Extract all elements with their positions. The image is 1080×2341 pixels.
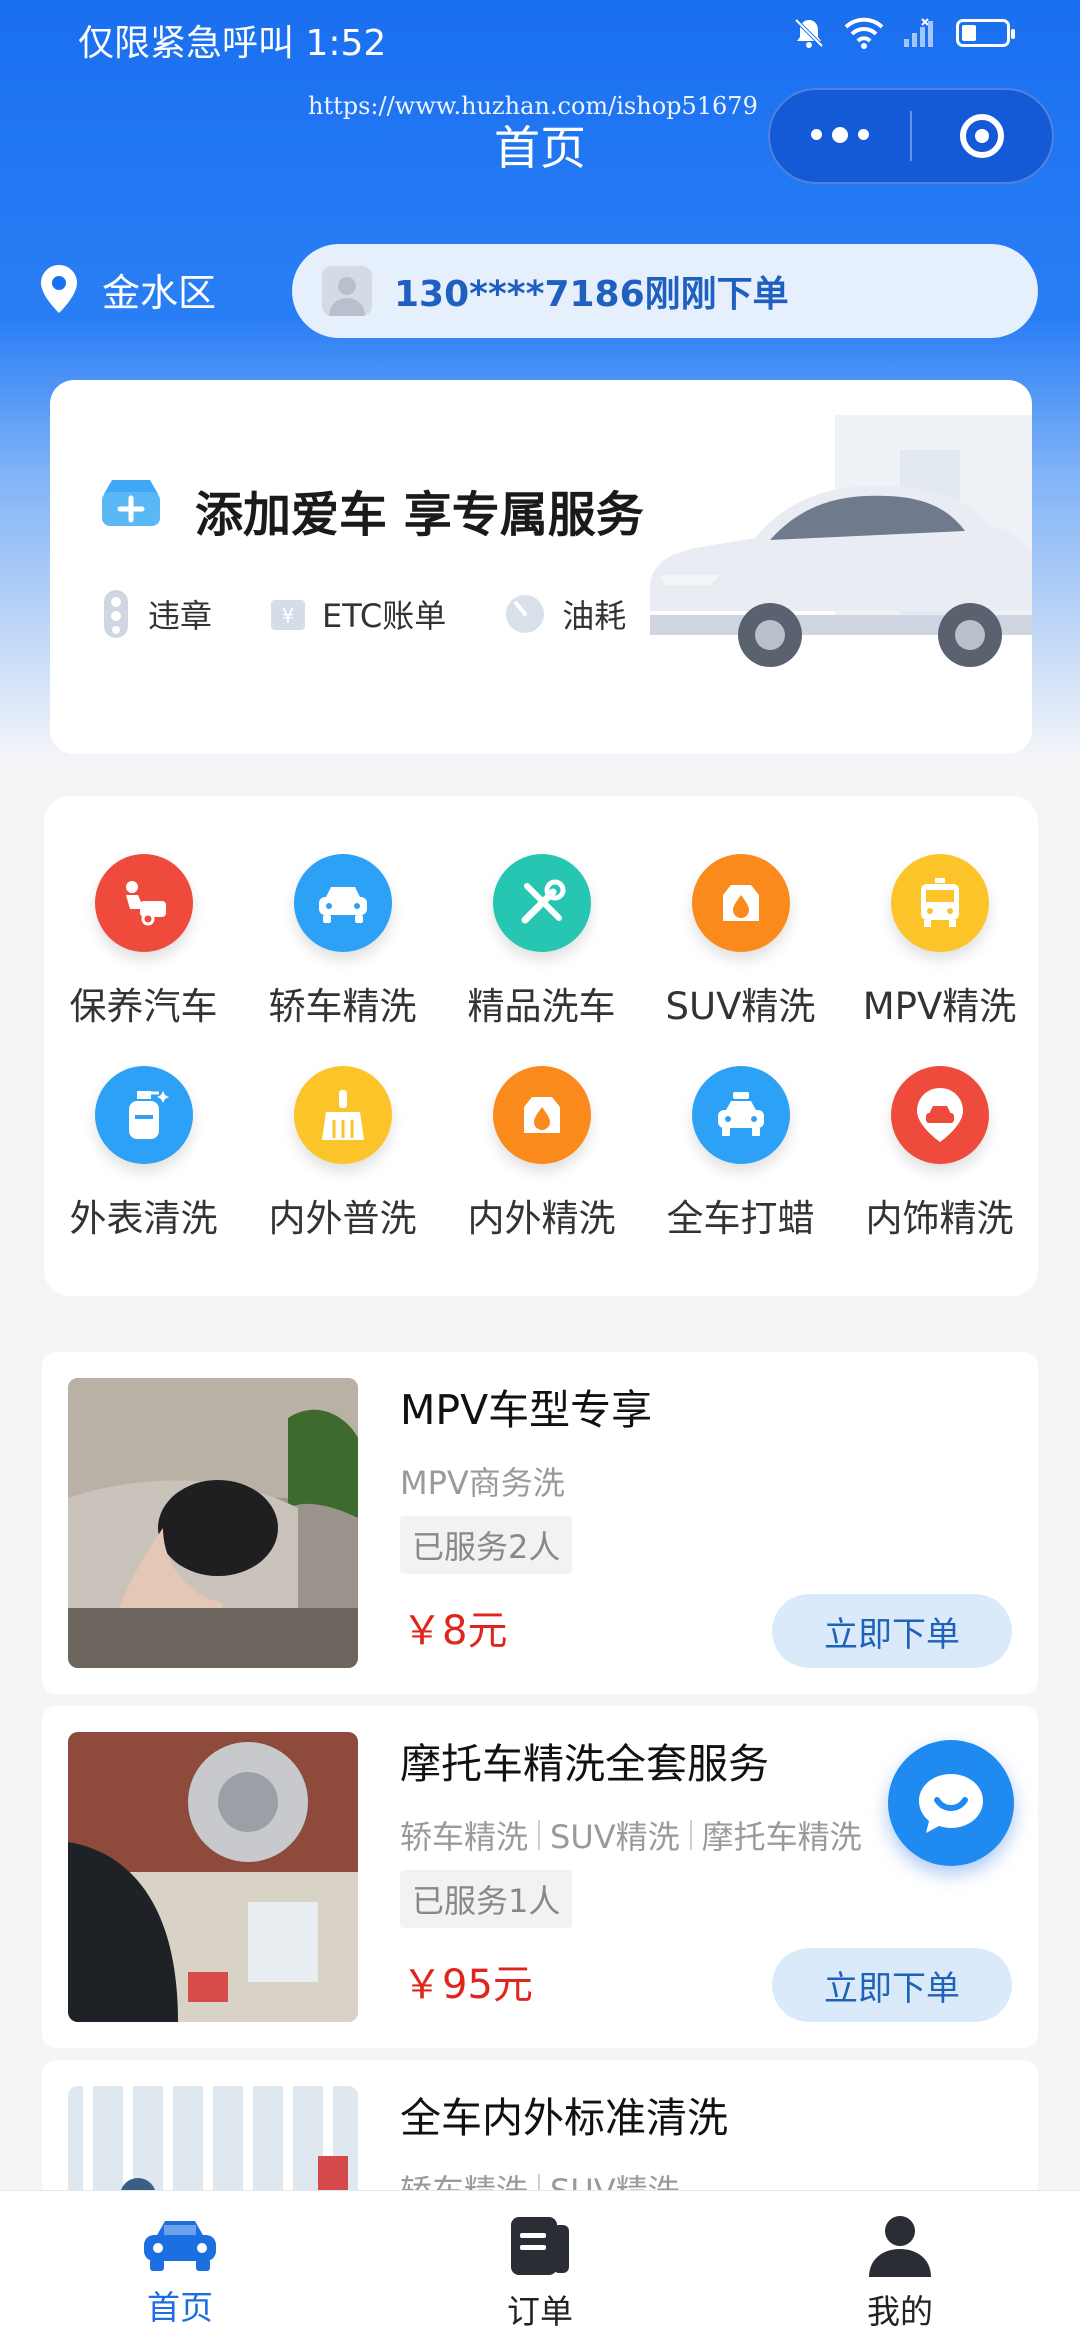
tab-label: 订单 (507, 2292, 573, 2331)
product-tag: MPV商务洗 (400, 1464, 565, 1502)
order-notice: 130****7186刚刚下单 (292, 244, 1038, 338)
status-bar: 仅限紧急呼叫 1:52 (0, 0, 1080, 75)
product-tag: SUV精洗 (550, 1818, 680, 1856)
sedan-icon (293, 854, 392, 952)
service-item-exterior-wash[interactable]: 外表清洗 (44, 1066, 243, 1242)
car-maintenance-icon (94, 854, 193, 952)
service-item-waxing[interactable]: 全车打蜡 (641, 1066, 840, 1242)
feature-violation[interactable]: 违章 (98, 588, 212, 640)
bus-icon (890, 854, 989, 952)
product-image (68, 1378, 358, 1668)
battery-icon (956, 19, 1015, 47)
location-pin-icon (41, 264, 77, 313)
order-book-icon (511, 2217, 569, 2275)
served-count-badge: 已服务2人 (400, 1516, 573, 1574)
car-icon (144, 2221, 216, 2271)
status-icons (792, 16, 1015, 50)
feature-label: 油耗 (562, 597, 627, 635)
chat-bubble-icon (919, 1774, 983, 1833)
product-title: 摩托车精洗全套服务 (400, 1740, 769, 1788)
order-now-button[interactable]: 立即下单 (772, 1948, 1012, 2022)
service-item-premium-wash[interactable]: 精品洗车 (442, 854, 641, 1030)
tab-home[interactable]: 首页 (0, 2191, 360, 2341)
service-label: 全车打蜡 (666, 1197, 815, 1240)
tools-icon (492, 854, 591, 952)
service-label: 外表清洗 (69, 1197, 218, 1240)
user-avatar-icon (329, 277, 365, 316)
svg-text:¥: ¥ (282, 604, 295, 628)
product-card[interactable]: MPV车型专享 MPV商务洗 已服务2人 ￥8元 立即下单 (42, 1352, 1038, 1694)
product-card[interactable]: 摩托车精洗全套服务 轿车精洗 SUV精洗 摩托车精洗 已服务1人 ￥95元 立即… (42, 1706, 1038, 2048)
tab-profile[interactable]: 我的 (720, 2191, 1080, 2341)
etc-card-icon: ¥ (271, 600, 306, 630)
target-icon (959, 114, 1004, 158)
bottom-tab-bar: 首页 订单 我的 (0, 2190, 1080, 2341)
location-name: 金水区 (102, 271, 217, 315)
gauge-icon (506, 595, 545, 633)
feature-fuel[interactable]: 油耗 (502, 588, 626, 640)
miniprogram-capsule (768, 88, 1054, 184)
broom-icon (293, 1066, 392, 1164)
add-car-icon (102, 480, 160, 526)
suv-icon (691, 854, 790, 952)
spray-bottle-icon (94, 1066, 193, 1164)
add-car-banner[interactable]: 添加爱车 享专属服务 违章 ¥ ETC账单 油耗 (50, 380, 1032, 754)
service-label: SUV精洗 (665, 985, 816, 1028)
avatar (322, 266, 372, 316)
service-item-suv-wash[interactable]: SUV精洗 (641, 854, 840, 1030)
product-tags: 轿车精洗 SUV精洗 摩托车精洗 (400, 1812, 862, 1858)
service-label: 内饰精洗 (865, 1197, 1014, 1240)
more-menu-button[interactable] (770, 127, 910, 143)
banner-features: 违章 ¥ ETC账单 油耗 (98, 588, 682, 640)
service-label: 精品洗车 (467, 985, 616, 1028)
mute-icon (794, 18, 824, 48)
product-title: MPV车型专享 (400, 1386, 653, 1434)
tab-orders[interactable]: 订单 (360, 2191, 720, 2341)
car-illustration (650, 415, 1032, 667)
service-label: 内外普洗 (268, 1197, 417, 1240)
service-label: 轿车精洗 (268, 985, 417, 1028)
tab-label: 首页 (147, 2288, 213, 2327)
location-selector[interactable]: 金水区 (38, 262, 216, 317)
service-label: 内外精洗 (467, 1197, 616, 1240)
status-time: 仅限紧急呼叫 1:52 (78, 23, 387, 64)
signal-icon (904, 18, 933, 47)
user-icon (869, 2216, 931, 2277)
close-miniprogram-button[interactable] (912, 114, 1052, 158)
product-price: ￥95元 (402, 1962, 533, 2008)
service-item-maintenance[interactable]: 保养汽车 (44, 854, 243, 1030)
served-count-badge: 已服务1人 (400, 1870, 573, 1928)
service-item-sedan-wash[interactable]: 轿车精洗 (243, 854, 442, 1030)
service-item-deep-wash[interactable]: 内外精洗 (442, 1066, 641, 1242)
customer-service-button[interactable] (888, 1740, 1014, 1866)
car-pin-icon (890, 1066, 989, 1164)
product-tags: MPV商务洗 (400, 1458, 565, 1504)
taxi-icon (691, 1066, 790, 1164)
feature-label: 违章 (148, 597, 213, 635)
banner-title: 添加爱车 享专属服务 (195, 487, 644, 543)
feature-etc[interactable]: ¥ ETC账单 (268, 588, 446, 640)
product-tag: 摩托车精洗 (701, 1818, 862, 1856)
product-title: 全车内外标准清洗 (400, 2094, 728, 2142)
notice-text: 130****7186刚刚下单 (394, 274, 789, 315)
order-now-button[interactable]: 立即下单 (772, 1594, 1012, 1668)
tab-label: 我的 (867, 2292, 933, 2331)
product-price: ￥8元 (402, 1608, 508, 1654)
service-label: MPV精洗 (862, 985, 1017, 1028)
feature-label: ETC账单 (322, 597, 447, 635)
service-grid: 保养汽车 轿车精洗 精品洗车 SUV精洗 MPV精洗 外表清洗 内外普洗 内外精… (44, 796, 1038, 1296)
service-item-mpv-wash[interactable]: MPV精洗 (840, 854, 1039, 1030)
service-label: 保养汽车 (69, 985, 218, 1028)
traffic-light-icon (104, 590, 128, 638)
wifi-icon (844, 17, 884, 49)
service-item-interior-wash[interactable]: 内饰精洗 (840, 1066, 1039, 1242)
product-tag: 轿车精洗 (400, 1818, 529, 1856)
car-seat-icon (492, 1066, 591, 1164)
product-image (68, 1732, 358, 2022)
service-item-basic-wash[interactable]: 内外普洗 (243, 1066, 442, 1242)
